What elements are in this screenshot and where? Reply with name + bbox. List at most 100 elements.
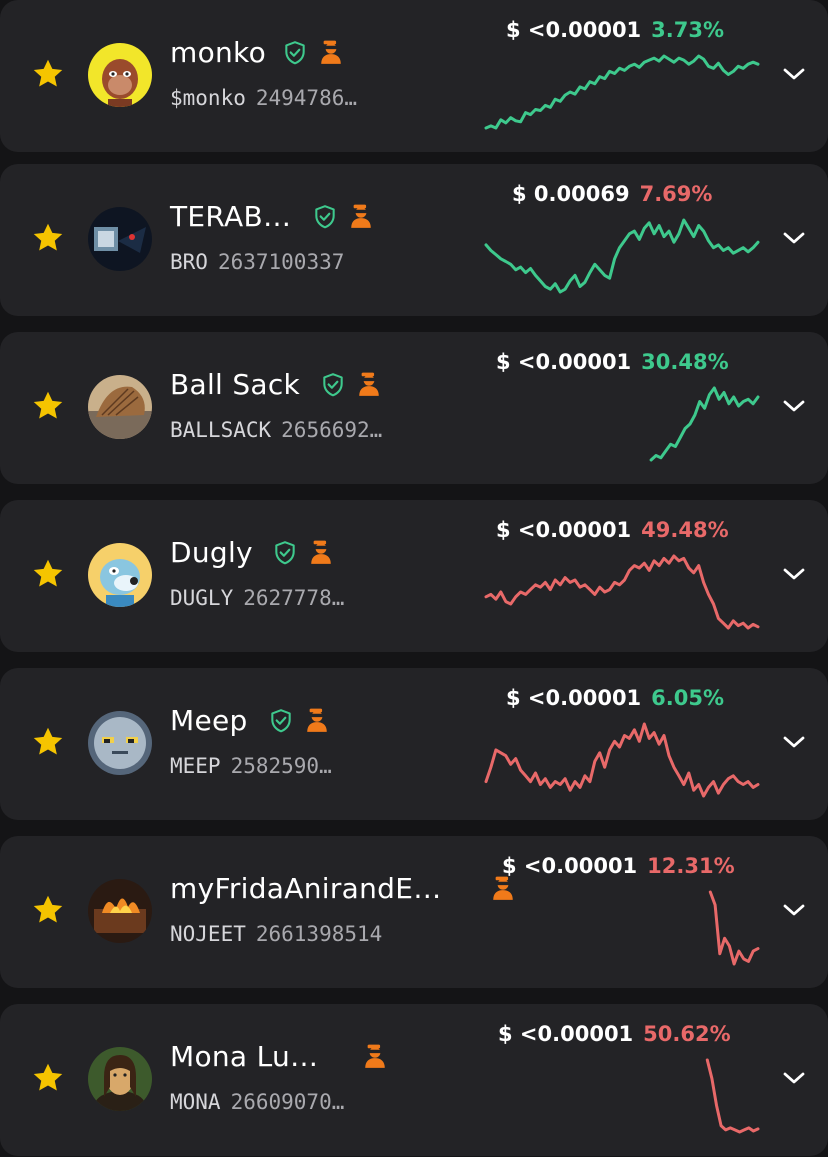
price-line: $ <0.00001 30.48% (496, 350, 729, 374)
price-line: $ <0.00001 12.31% (502, 854, 735, 878)
token-symbol: MONA (170, 1090, 221, 1114)
sparkline-series (484, 722, 760, 798)
ballsack-avatar-icon (88, 375, 152, 439)
token-card[interactable]: Meep MEEP 2582590… $ <0.00001 6.05% (0, 668, 828, 820)
expand-chevron-icon[interactable] (780, 228, 808, 248)
fire-avatar-icon (88, 879, 152, 943)
favorite-star-icon[interactable] (30, 56, 66, 92)
token-card[interactable]: Ball Sack BALLSACK 2656692… $ <0.00001 30.48… (0, 332, 828, 484)
sparkline-chart (484, 554, 760, 630)
favorite-star-icon[interactable] (30, 388, 66, 424)
token-subtitle: BRO 2637100337 (170, 250, 344, 274)
price-change: 7.69% (639, 182, 713, 206)
expand-chevron-icon[interactable] (780, 564, 808, 584)
token-subtitle: BALLSACK 2656692… (170, 418, 382, 442)
creator-ninja-icon (304, 707, 330, 733)
sparkline-series (705, 1058, 760, 1134)
price-line: $ <0.00001 3.73% (506, 18, 724, 42)
favorite-star-icon[interactable] (30, 556, 66, 592)
mona-avatar-icon (88, 1047, 152, 1111)
sparkline-chart (484, 722, 760, 798)
terab-avatar-icon (88, 207, 152, 271)
favorite-star-icon[interactable] (30, 1060, 66, 1096)
price-line: $ <0.00001 6.05% (506, 686, 724, 710)
token-card[interactable]: myFridaAnirandE… NOJEET 2661398514 $ <0.000… (0, 836, 828, 988)
verified-shield-icon (320, 372, 346, 398)
sparkline-series (708, 890, 760, 966)
token-price: $ <0.00001 (498, 1022, 634, 1046)
verified-shield-icon (312, 204, 338, 230)
token-card[interactable]: Mona Lu… MONA 26609070… $ <0.00001 50.62% (0, 1004, 828, 1156)
token-price: $ <0.00001 (496, 350, 632, 374)
expand-chevron-icon[interactable] (780, 900, 808, 920)
favorite-star-icon[interactable] (30, 220, 66, 256)
token-subtitle: $monko 2494786… (170, 86, 357, 110)
meep-avatar-icon (88, 711, 152, 775)
creator-ninja-icon (362, 1043, 388, 1069)
sparkline-chart (705, 1058, 760, 1134)
sparkline-chart (649, 386, 760, 462)
price-change: 3.73% (651, 18, 725, 42)
token-list: monko $monko 2494786… $ <0.00001 3.73% TERAB…… (0, 0, 828, 1157)
price-line: $ <0.00001 49.48% (496, 518, 729, 542)
token-subtitle: MONA 26609070… (170, 1090, 344, 1114)
token-subtitle: DUGLY 2627778… (170, 586, 344, 610)
verified-shield-icon (268, 708, 294, 734)
price-line: $ 0.00069 7.69% (512, 182, 712, 206)
sparkline-chart (484, 54, 760, 130)
price-change: 49.48% (641, 518, 729, 542)
token-id: 2637100337 (217, 250, 345, 274)
token-name: Meep (170, 704, 248, 737)
sparkline-chart (484, 218, 760, 294)
expand-chevron-icon[interactable] (780, 64, 808, 84)
price-change: 50.62% (643, 1022, 731, 1046)
token-symbol: MEEP (170, 754, 221, 778)
token-symbol: BRO (170, 250, 208, 274)
token-card[interactable]: TERAB… BRO 2637100337 $ 0.00069 7.69% (0, 164, 828, 316)
favorite-star-icon[interactable] (30, 892, 66, 928)
token-price: $ <0.00001 (506, 18, 642, 42)
token-id: 2661398514 (255, 922, 383, 946)
token-id: 2494786… (255, 86, 358, 110)
sparkline-series (484, 54, 760, 130)
token-price: $ <0.00001 (506, 686, 642, 710)
creator-ninja-icon (348, 203, 374, 229)
favorite-star-icon[interactable] (30, 724, 66, 760)
creator-ninja-icon (318, 39, 344, 65)
token-subtitle: NOJEET 2661398514 (170, 922, 382, 946)
token-name: Ball Sack (170, 368, 301, 401)
creator-ninja-icon (308, 539, 334, 565)
expand-chevron-icon[interactable] (780, 732, 808, 752)
token-name: Dugly (170, 536, 253, 569)
token-price: $ <0.00001 (502, 854, 638, 878)
dog-avatar-icon (88, 543, 152, 607)
price-change: 6.05% (651, 686, 725, 710)
token-id: 2627778… (243, 586, 345, 610)
expand-chevron-icon[interactable] (780, 1068, 808, 1088)
sparkline-series (484, 218, 760, 294)
price-change: 30.48% (641, 350, 729, 374)
expand-chevron-icon[interactable] (780, 396, 808, 416)
token-price: $ 0.00069 (512, 182, 630, 206)
token-symbol: $monko (170, 86, 246, 110)
token-id: 2656692… (281, 418, 383, 442)
token-id: 2582590… (230, 754, 332, 778)
sparkline-chart (708, 890, 760, 966)
token-subtitle: MEEP 2582590… (170, 754, 332, 778)
sparkline-series (649, 386, 760, 462)
token-symbol: BALLSACK (170, 418, 272, 442)
token-price: $ <0.00001 (496, 518, 632, 542)
token-card[interactable]: Dugly DUGLY 2627778… $ <0.00001 49.48% (0, 500, 828, 652)
token-name: monko (170, 36, 266, 69)
token-name: TERAB… (170, 200, 292, 233)
token-id: 26609070… (230, 1090, 345, 1114)
token-card[interactable]: monko $monko 2494786… $ <0.00001 3.73% (0, 0, 828, 152)
verified-shield-icon (272, 540, 298, 566)
price-change: 12.31% (647, 854, 735, 878)
token-name: myFridaAnirandE… (170, 872, 442, 905)
token-symbol: NOJEET (170, 922, 246, 946)
verified-shield-icon (282, 40, 308, 66)
creator-ninja-icon (356, 371, 382, 397)
sparkline-series (484, 554, 760, 630)
token-name: Mona Lu… (170, 1040, 319, 1073)
